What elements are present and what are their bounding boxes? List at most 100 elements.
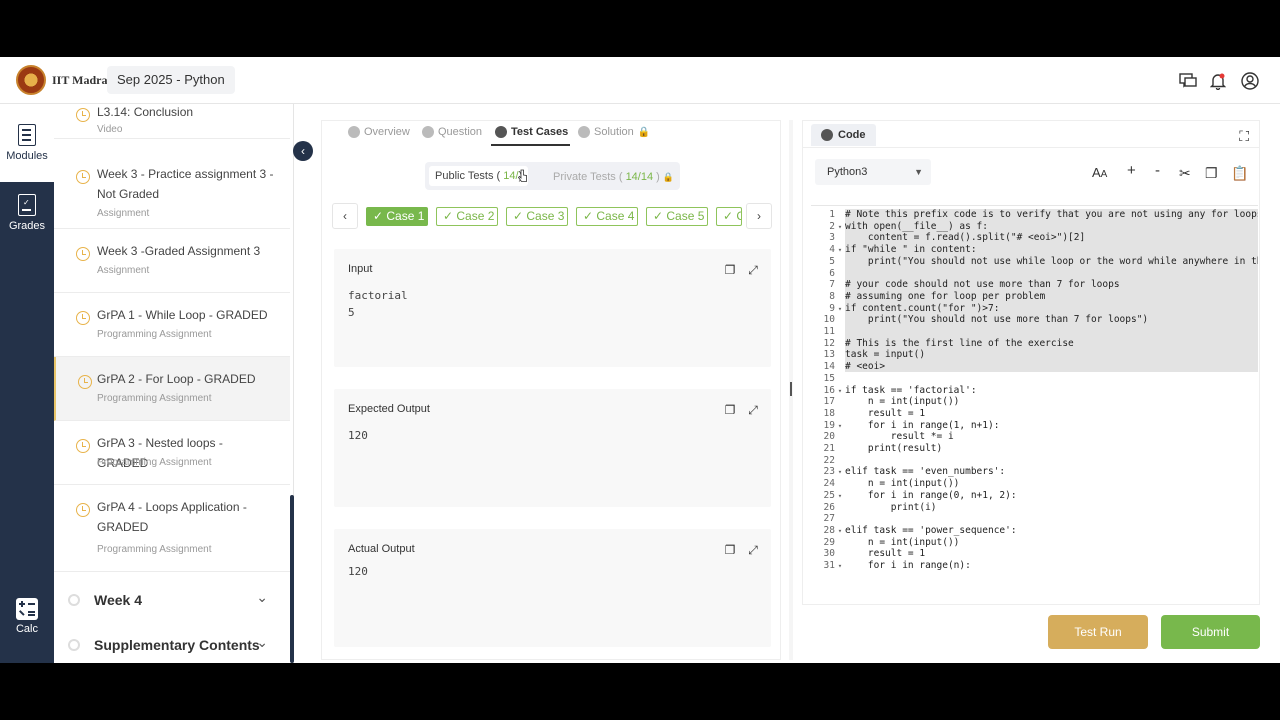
cut-icon[interactable]: ✂ [1179,165,1191,182]
collapse-sidebar-button[interactable]: ‹ [293,141,313,161]
code-tab[interactable]: Code [811,124,876,146]
expand-icon[interactable]: ⤢ [746,403,760,417]
line-number: 15 [823,372,835,384]
fullscreen-icon[interactable]: ⛶ [1239,128,1249,145]
line-number: 18 [823,407,835,419]
expected-output-box: Expected Output 120 ❐ ⤢ [334,389,771,507]
prev-case-button[interactable]: ‹ [332,203,358,229]
code-text: elif task == 'power_sequence': [845,524,1017,536]
expand-icon[interactable]: ⤢ [746,263,760,277]
caret-down-icon: ▼ [914,167,923,177]
public-tests-tab[interactable]: Public Tests ( 14/) [429,166,529,186]
user-avatar-icon[interactable] [1240,71,1260,91]
sidebar-item-title: GrPA 4 - Loops Application - GRADED [97,500,247,534]
case-5-tab[interactable]: ✓ Case 5 [646,207,708,226]
sidebar-item-title: GrPA 1 - While Loop - GRADED [97,308,268,322]
brand-name: IIT Madras [52,73,113,87]
panel-splitter[interactable] [789,120,793,660]
zoom-out-button[interactable]: - [1155,162,1160,179]
sidebar-item-practice-3[interactable]: Week 3 - Practice assignment 3 - Not Gra… [54,158,290,229]
tab-question[interactable]: Question [422,126,482,138]
sidebar-item-graded-3[interactable]: Week 3 -Graded Assignment 3 Assignment [54,229,290,293]
case-2-tab[interactable]: ✓ Case 2 [436,207,498,226]
code-line: 23 ▾ elif task == 'even_numbers': [811,466,1258,478]
chat-icon[interactable] [1178,71,1198,91]
code-text: if "while " in content: [845,244,977,256]
font-size-icon[interactable]: AA [1092,165,1107,180]
case-6-tab[interactable]: ✓ C [716,207,742,226]
clock-icon [76,439,90,453]
bell-icon[interactable] [1208,71,1228,91]
code-line: 13 task = input() [811,349,1258,361]
chevron-down-icon[interactable]: ⌄ [256,634,268,651]
clock-icon [76,170,90,184]
sidebar-item-subtitle: Programming Assignment [97,544,212,555]
case-3-tab[interactable]: ✓ Case 3 [506,207,568,226]
fold-arrow-icon[interactable]: ▾ [835,561,845,573]
sidebar-item-title: GrPA 2 - For Loop - GRADED [97,372,256,386]
line-number: 30 [823,548,835,560]
sidebar-scrollbar[interactable] [290,495,294,663]
line-number: 4 [829,244,835,256]
supplementary-label: Supplementary Contents [94,637,260,653]
language-select[interactable]: Python3 ▼ [815,159,931,185]
tab-label: Question [438,126,483,138]
code-icon [821,129,833,141]
sidebar-item-grpa-4[interactable]: GrPA 4 - Loops Application - GRADED Prog… [54,485,290,572]
tab-overview[interactable]: Overview [348,126,410,138]
supplementary-section[interactable]: Supplementary Contents ⌄ [54,622,290,663]
copy-icon[interactable]: ❐ [723,403,737,417]
code-line: 7 # your code should not use more than 7 … [811,279,1258,291]
clock-icon [76,311,90,325]
submit-button[interactable]: Submit [1161,615,1260,649]
line-number: 27 [823,513,835,525]
code-text: print("You should not use while loop or … [845,255,1258,267]
case-label: Case 2 [456,209,495,223]
copy-code-icon[interactable]: ❐ [1205,165,1218,182]
copy-icon[interactable]: ❐ [723,543,737,557]
code-text: result *= i [845,431,954,443]
sidebar-item-grpa-1[interactable]: GrPA 1 - While Loop - GRADED Programming… [54,293,290,357]
code-line: 22 [811,455,1258,467]
copy-icon[interactable]: ❐ [723,263,737,277]
line-number: 29 [823,536,835,548]
code-line: 18 result = 1 [811,408,1258,420]
code-line: 8 # assuming one for loop per problem [811,291,1258,303]
rail-calc[interactable]: Calc [0,598,54,646]
sidebar-item-grpa-2[interactable]: GrPA 2 - For Loop - GRADED Programming A… [54,357,290,421]
input-value: factorial 5 [348,289,408,319]
top-bar: IIT Madras Sep 2025 - Python [0,57,1280,104]
chevron-down-icon[interactable]: ⌄ [256,589,268,606]
line-number: 26 [823,501,835,513]
sidebar-item-grpa-3[interactable]: GrPA 3 - Nested loops - GRADED Programmi… [54,421,290,485]
private-tests-tab[interactable]: Private Tests ( 14/14 ) 🔒 [553,171,674,183]
rail-modules[interactable]: Modules [0,104,54,182]
week-4-section[interactable]: Week 4 ⌄ [54,577,290,623]
zoom-in-button[interactable]: + [1127,162,1136,179]
mouse-cursor-icon [517,169,528,183]
next-case-button[interactable]: › [746,203,772,229]
question-icon [422,126,434,138]
tab-test-cases[interactable]: Test Cases [495,126,568,138]
sidebar-item-title: Week 3 -Graded Assignment 3 [97,244,261,258]
expected-output-value: 120 [348,429,368,442]
rail-grades[interactable]: ✓ Grades [0,192,54,242]
splitter-handle[interactable] [790,382,792,396]
test-run-button[interactable]: Test Run [1048,615,1148,649]
tab-solution[interactable]: Solution 🔒 [578,126,650,138]
code-text: n = int(input()) [845,536,960,548]
sidebar-item-conclusion[interactable]: L3.14: Conclusion Video [54,104,290,139]
code-text: for i in range(n): [845,560,971,571]
line-number: 19 [823,419,835,431]
code-text: if task == 'factorial': [845,384,977,396]
case-4-tab[interactable]: ✓ Case 4 [576,207,638,226]
expand-icon[interactable]: ⤢ [746,543,760,557]
code-text: n = int(input()) [845,396,960,408]
code-editor[interactable]: 1 # Note this prefix code is to verify th… [811,205,1258,575]
case-1-tab[interactable]: ✓ Case 1 [366,207,428,226]
course-selector[interactable]: Sep 2025 - Python [107,66,235,94]
tab-label: Test Cases [511,126,569,138]
code-text: for i in range(0, n+1, 2): [845,489,1017,501]
code-text: # your code should not use more than 7 f… [845,279,1120,291]
paste-icon[interactable]: 📋 [1231,165,1248,182]
